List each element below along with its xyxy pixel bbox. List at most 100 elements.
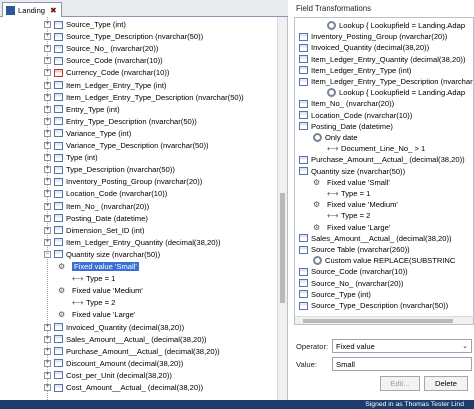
tree-row[interactable]: + Purchase_Amount__Actual_ (decimal(38,20…: [44, 346, 220, 357]
tree-row[interactable]: Source_Type_Description (nvarchar(50)): [299, 300, 448, 311]
tree-row[interactable]: Item_Ledger_Entry_Type (int): [299, 65, 411, 76]
expand-icon[interactable]: +: [44, 69, 51, 77]
tab-label: Landing: [18, 5, 46, 15]
tree-row[interactable]: + Currency_Code (nvarchar(10)): [44, 67, 169, 78]
source-columns-tree[interactable]: + Source_Type (int) + Source_Type_Descripti…: [0, 17, 288, 400]
tree-row[interactable]: + Discount_Amount (decimal(38,20)): [44, 358, 183, 369]
scrollbar-thumb[interactable]: [280, 193, 285, 303]
vertical-scrollbar[interactable]: [277, 17, 287, 400]
tree-row[interactable]: Source_Type (int): [299, 289, 371, 300]
tree-row[interactable]: ⚙ Fixed value 'Small': [313, 177, 390, 188]
tree-row[interactable]: Inventory_Posting_Group (nvarchar(20)): [299, 31, 447, 42]
expand-icon[interactable]: +: [44, 323, 51, 331]
expand-icon[interactable]: +: [44, 214, 51, 222]
tree-row[interactable]: ⟷ Type = 1: [72, 273, 115, 284]
tree-row[interactable]: Quantity size (nvarchar(50)): [299, 166, 405, 177]
tree-row[interactable]: + Source_No_ (nvarchar(20)): [44, 43, 158, 54]
tree-row[interactable]: + Variance_Type (int): [44, 128, 131, 139]
tree-row[interactable]: Item_Ledger_Entry_Quantity (decimal(38,2…: [299, 54, 465, 65]
tree-row[interactable]: Source_No_ (nvarchar(20)): [299, 278, 403, 289]
tree-row[interactable]: Lookup { Lookupfield = Landing.Adap: [327, 20, 465, 31]
tree-row[interactable]: + Dimension_Set_ID (int): [44, 225, 145, 236]
tree-row[interactable]: ⟷ Type = 2: [72, 297, 115, 308]
expand-icon[interactable]: +: [44, 359, 51, 367]
close-icon[interactable]: ✖: [50, 6, 57, 15]
collapse-icon[interactable]: −: [44, 250, 51, 258]
tree-row[interactable]: Location_Code (nvarchar(10)): [299, 110, 412, 121]
tree-row[interactable]: ⚙ Fixed value 'Small': [58, 261, 139, 272]
tree-row[interactable]: + Variance_Type_Description (nvarchar(50)…: [44, 140, 209, 151]
expand-icon[interactable]: +: [44, 166, 51, 174]
expand-icon[interactable]: +: [44, 129, 51, 137]
expand-icon[interactable]: +: [44, 384, 51, 391]
expand-icon[interactable]: +: [44, 81, 51, 89]
expand-icon[interactable]: +: [44, 21, 51, 28]
tree-row[interactable]: + Item_Ledger_Entry_Quantity (decimal(38,…: [44, 237, 220, 248]
tree-row[interactable]: + Source_Type_Description (nvarchar(50)): [44, 31, 203, 42]
expand-icon[interactable]: +: [44, 154, 51, 162]
expand-icon[interactable]: +: [44, 105, 51, 113]
expand-icon[interactable]: +: [44, 238, 51, 246]
tree-row[interactable]: Only date: [313, 132, 358, 143]
column-icon: [54, 117, 63, 126]
operator-select[interactable]: Fixed value ⌄: [332, 339, 472, 353]
expand-icon[interactable]: +: [44, 93, 51, 101]
tree-row[interactable]: + Location_Code (nvarchar(10)): [44, 188, 167, 199]
tree-row[interactable]: + Cost_Amount__Actual_ (decimal(38,20)): [44, 382, 203, 393]
tree-row[interactable]: Item_No_ (nvarchar(20)): [299, 98, 394, 109]
expand-icon[interactable]: +: [44, 347, 51, 355]
tree-row[interactable]: ⟷ Document_Line_No_ > 1: [327, 143, 425, 154]
tree-row[interactable]: + Item_Ledger_Entry_Type (int): [44, 80, 166, 91]
transformations-tree[interactable]: Lookup { Lookupfield = Landing.Adap Inven…: [294, 17, 474, 325]
tree-row[interactable]: + Item_No_ (nvarchar(20)): [44, 201, 149, 212]
tree-row[interactable]: + Cost_per_Unit (decimal(38,20)): [44, 370, 172, 381]
column-icon: [299, 77, 308, 86]
tree-row[interactable]: ⟷ Type = 1: [327, 188, 370, 199]
tree-row[interactable]: − Quantity size (nvarchar(50)): [44, 249, 160, 260]
tree-row[interactable]: + Source_Type (int): [44, 19, 126, 30]
scrollbar-thumb[interactable]: [303, 319, 453, 323]
expand-icon[interactable]: +: [44, 45, 51, 53]
tree-row[interactable]: Sales_Amount__Actual_ (decimal(38,20)): [299, 233, 452, 244]
value-input[interactable]: [332, 357, 472, 371]
edit-button[interactable]: Edit...: [380, 376, 420, 391]
horizontal-scrollbar[interactable]: [295, 316, 473, 324]
tree-row[interactable]: + Entry_Type (int): [44, 104, 120, 115]
tree-row[interactable]: Invoiced_Quantity (decimal(38,20)): [299, 42, 429, 53]
expand-icon[interactable]: +: [44, 57, 51, 65]
tree-row[interactable]: + Entry_Type_Description (nvarchar(50)): [44, 116, 197, 127]
tree-row[interactable]: + Item_Ledger_Entry_Type_Description (nva…: [44, 92, 244, 103]
tree-row[interactable]: Item_Ledger_Entry_Type_Description (nvar…: [299, 76, 473, 87]
expand-icon[interactable]: +: [44, 190, 51, 198]
expand-icon[interactable]: +: [44, 335, 51, 343]
tree-row-label: Source Table (nvarchar(260)): [311, 245, 410, 254]
expand-icon[interactable]: +: [44, 33, 51, 41]
tree-row[interactable]: Source Table (nvarchar(260)): [299, 244, 410, 255]
tree-row[interactable]: Source_Code (nvarchar(10)): [299, 266, 408, 277]
tree-row[interactable]: Posting_Date (datetime): [299, 121, 393, 132]
tree-row[interactable]: + Inventory_Posting_Group (nvarchar(20)): [44, 176, 202, 187]
tree-row[interactable]: + Sales_Amount__Actual_ (decimal(38,20)): [44, 334, 207, 345]
tree-row[interactable]: + Invoiced_Quantity (decimal(38,20)): [44, 322, 184, 333]
expand-icon[interactable]: +: [44, 117, 51, 125]
tree-row[interactable]: ⚙ Fixed value 'Large': [58, 309, 135, 320]
tree-row[interactable]: ⚙ Fixed value 'Medium': [58, 285, 143, 296]
tree-row-label: Fixed value 'Small': [327, 177, 390, 187]
tree-row[interactable]: Lookup { Lookupfield = Landing.Adap: [327, 87, 465, 98]
tree-row[interactable]: Purchase_Amount__Actual_ (decimal(38,20)…: [299, 154, 465, 165]
expand-icon[interactable]: +: [44, 226, 51, 234]
tab-landing[interactable]: Landing ✖: [2, 2, 62, 17]
delete-button[interactable]: Delete: [424, 376, 468, 391]
tree-row[interactable]: ⚙ Fixed value 'Medium': [313, 199, 398, 210]
expand-icon[interactable]: +: [44, 178, 51, 186]
tree-row[interactable]: + Source_Code (nvarchar(10)): [44, 55, 163, 66]
tree-row[interactable]: ⚙ Fixed value 'Large': [313, 222, 390, 233]
tree-row[interactable]: Custom value REPLACE(SUBSTRINC: [313, 255, 455, 266]
expand-icon[interactable]: +: [44, 142, 51, 149]
tree-row[interactable]: ⟷ Type = 2: [327, 210, 370, 221]
expand-icon[interactable]: +: [44, 202, 51, 210]
expand-icon[interactable]: +: [44, 371, 51, 379]
tree-row[interactable]: + Posting_Date (datetime): [44, 213, 148, 224]
tree-row[interactable]: + Type (int): [44, 152, 98, 163]
tree-row[interactable]: + Type_Description (nvarchar(50)): [44, 164, 175, 175]
